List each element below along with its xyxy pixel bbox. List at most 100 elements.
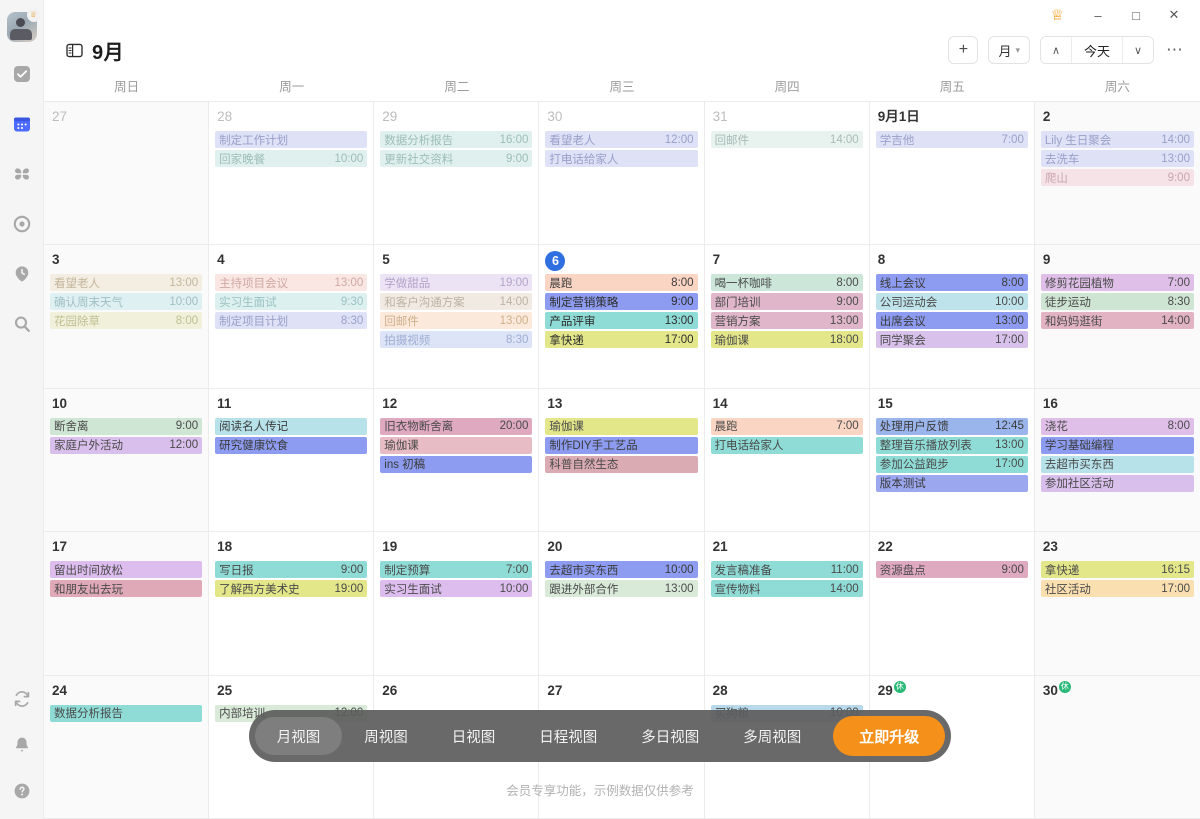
minimize-button[interactable]: – [1080, 2, 1116, 28]
premium-crown-icon[interactable]: ♕ [1051, 8, 1064, 23]
calendar-event[interactable]: 处理用户反馈 12:45 [875, 417, 1028, 435]
calendar-event[interactable]: 拍摄视频 8:30 [380, 331, 533, 349]
day-cell[interactable]: 15 处理用户反馈 12:45 整理音乐播放列表 13:00 参加公益跑步 17:00 版本测… [869, 388, 1035, 533]
bell-notification-icon[interactable] [8, 731, 36, 759]
day-cell[interactable]: 29 数据分析报告 16:00 更新社交资料 9:00 [374, 102, 540, 246]
day-cell[interactable]: 22 资源盘点 9:00 [869, 532, 1035, 676]
day-cell[interactable]: 28 制定工作计划 回家晚餐 10:00 [209, 102, 375, 246]
day-cell[interactable]: 9 修剪花园植物 7:00 徒步运动 8:30 和妈妈逛街 14:00 [1034, 245, 1200, 389]
calendar-event[interactable]: 去超市买东西 10:00 [545, 561, 698, 579]
calendar-event[interactable]: 发言稿准备 11:00 [710, 561, 863, 579]
upgrade-button[interactable]: 立即升级 [833, 716, 946, 756]
calendar-event[interactable]: 更新社交资料 9:00 [380, 150, 533, 167]
calendar-event[interactable]: 确认周末天气 10:00 [50, 293, 203, 311]
calendar-event[interactable]: 和客户沟通方案 14:00 [380, 293, 533, 311]
sidebar-item-habits[interactable] [8, 160, 36, 188]
add-event-button[interactable]: + [948, 36, 979, 64]
calendar-event[interactable]: 拿快递 17:00 [545, 331, 698, 349]
help-question-icon[interactable] [8, 777, 36, 805]
view-tab-2[interactable]: 日视图 [430, 717, 518, 755]
calendar-event[interactable]: 浇花 8:00 [1040, 417, 1194, 435]
calendar-event[interactable]: 实习生面试 10:00 [380, 580, 533, 598]
calendar-event[interactable]: 数据分析报告 16:00 [380, 131, 533, 148]
calendar-event[interactable]: 瑜伽课 [380, 436, 533, 454]
calendar-event[interactable]: 整理音乐播放列表 13:00 [875, 436, 1028, 454]
calendar-event[interactable]: 喝一杯咖啡 8:00 [710, 274, 863, 292]
calendar-event[interactable]: 爬山 9:00 [1040, 169, 1194, 186]
calendar-event[interactable]: 产品评审 13:00 [545, 312, 698, 330]
day-cell[interactable]: 18 写日报 9:00 了解西方美术史 19:00 [209, 532, 375, 676]
calendar-event[interactable]: 制定项目计划 8:30 [215, 312, 368, 330]
day-cell[interactable]: 17 留出时间放松 和朋友出去玩 [44, 532, 210, 676]
view-tab-3[interactable]: 日程视图 [517, 717, 619, 755]
day-cell[interactable]: 2 Lily 生日聚会 14:00 去洗车 13:00 爬山 9:00 [1034, 102, 1200, 246]
day-cell[interactable]: 30 看望老人 12:00 打电话给家人 [539, 102, 705, 246]
calendar-event[interactable]: 实习生面试 9:30 [215, 293, 368, 311]
calendar-event[interactable]: 写日报 9:00 [215, 561, 368, 579]
day-cell[interactable]: 31 回邮件 14:00 [704, 102, 870, 246]
calendar-event[interactable]: 看望老人 12:00 [545, 131, 698, 148]
calendar-event[interactable]: 主持项目会议 13:00 [215, 274, 368, 292]
sidebar-item-calendar[interactable] [8, 110, 36, 138]
previous-month-button[interactable]: ∧ [1040, 37, 1071, 63]
calendar-event[interactable]: 研究健康饮食 [215, 436, 368, 454]
calendar-event[interactable]: 版本测试 [875, 474, 1028, 492]
day-cell[interactable]: 24 数据分析报告 [44, 675, 210, 819]
calendar-event[interactable]: ins 初稿 [380, 455, 533, 473]
calendar-event[interactable]: 资源盘点 9:00 [875, 561, 1028, 579]
panel-layout-icon[interactable] [66, 43, 83, 58]
calendar-event[interactable]: 打电话给家人 [710, 436, 863, 454]
calendar-event[interactable]: 学吉他 7:00 [875, 131, 1028, 148]
calendar-event[interactable]: 留出时间放松 [50, 561, 203, 579]
calendar-event[interactable]: 公司运动会 10:00 [875, 293, 1028, 311]
calendar-event[interactable]: 去洗车 13:00 [1040, 150, 1194, 167]
sync-refresh-icon[interactable] [8, 685, 36, 713]
close-button[interactable]: ✕ [1156, 2, 1192, 28]
day-cell[interactable]: 7 喝一杯咖啡 8:00 部门培训 9:00 营销方案 13:00 瑜伽课 18:00 [704, 245, 870, 389]
calendar-event[interactable]: 数据分析报告 [50, 704, 203, 722]
calendar-event[interactable]: 学习基础编程 [1040, 436, 1194, 454]
calendar-event[interactable]: 社区活动 17:00 [1040, 580, 1194, 598]
calendar-event[interactable]: 断舍离 9:00 [50, 417, 203, 435]
calendar-event[interactable]: 回家晚餐 10:00 [215, 150, 368, 167]
calendar-event[interactable]: 跟进外部合作 13:00 [545, 580, 698, 598]
calendar-event[interactable]: 家庭户外活动 12:00 [50, 436, 203, 454]
calendar-event[interactable]: 制定营销策略 9:00 [545, 293, 698, 311]
calendar-event[interactable]: 和朋友出去玩 [50, 580, 203, 598]
today-button[interactable]: 今天 [1070, 37, 1123, 63]
calendar-event[interactable]: 制定工作计划 [215, 131, 368, 148]
calendar-event[interactable]: 徒步运动 8:30 [1040, 293, 1194, 311]
day-cell[interactable]: 4 主持项目会议 13:00 实习生面试 9:30 制定项目计划 8:30 [209, 245, 375, 389]
calendar-event[interactable]: Lily 生日聚会 14:00 [1040, 131, 1194, 148]
calendar-event[interactable]: 晨跑 8:00 [545, 274, 698, 292]
calendar-event[interactable]: 线上会议 8:00 [875, 274, 1028, 292]
view-tab-1[interactable]: 周视图 [342, 717, 430, 755]
calendar-event[interactable]: 参加社区活动 [1040, 474, 1194, 492]
calendar-event[interactable]: 拿快递 16:15 [1040, 561, 1194, 579]
view-mode-selector[interactable]: 月 ▾ [988, 36, 1030, 64]
avatar[interactable]: ♕ [6, 8, 41, 42]
calendar-event[interactable]: 出席会议 13:00 [875, 312, 1028, 330]
calendar-event[interactable]: 和妈妈逛街 14:00 [1040, 312, 1194, 330]
sidebar-item-search[interactable] [8, 310, 36, 338]
calendar-event[interactable]: 制作DIY手工艺品 [545, 436, 698, 454]
day-cell[interactable]: 8 线上会议 8:00 公司运动会 10:00 出席会议 13:00 同学聚会 17:00 [869, 245, 1035, 389]
view-tab-0[interactable]: 月视图 [254, 717, 343, 755]
day-cell[interactable]: 16 浇花 8:00 学习基础编程 去超市买东西 参加社区活动 [1034, 388, 1200, 533]
view-tab-5[interactable]: 多周视图 [721, 717, 823, 755]
view-tab-4[interactable]: 多日视图 [619, 717, 721, 755]
day-cell[interactable]: 6 晨跑 8:00 制定营销策略 9:00 产品评审 13:00 拿快递 17:00 [539, 245, 705, 389]
calendar-event[interactable]: 阅读名人传记 [215, 417, 368, 435]
calendar-event[interactable]: 回邮件 13:00 [380, 312, 533, 330]
calendar-event[interactable]: 花园除草 8:00 [50, 312, 203, 330]
day-cell[interactable]: 27 [44, 102, 210, 246]
calendar-event[interactable]: 修剪花园植物 7:00 [1040, 274, 1194, 292]
day-cell[interactable]: 5 学做甜品 19:00 和客户沟通方案 14:00 回邮件 13:00 拍摄视频 8:30 [374, 245, 540, 389]
day-cell[interactable]: 11 阅读名人传记 研究健康饮食 [209, 388, 375, 533]
calendar-event[interactable]: 参加公益跑步 17:00 [875, 455, 1028, 473]
calendar-event[interactable]: 宣传物料 14:00 [710, 580, 863, 598]
sidebar-item-pomodoro[interactable] [8, 260, 36, 288]
calendar-event[interactable]: 打电话给家人 [545, 150, 698, 167]
day-cell[interactable]: 13 瑜伽课 制作DIY手工艺品 科普自然生态 [539, 388, 705, 533]
calendar-event[interactable]: 看望老人 13:00 [50, 274, 203, 292]
